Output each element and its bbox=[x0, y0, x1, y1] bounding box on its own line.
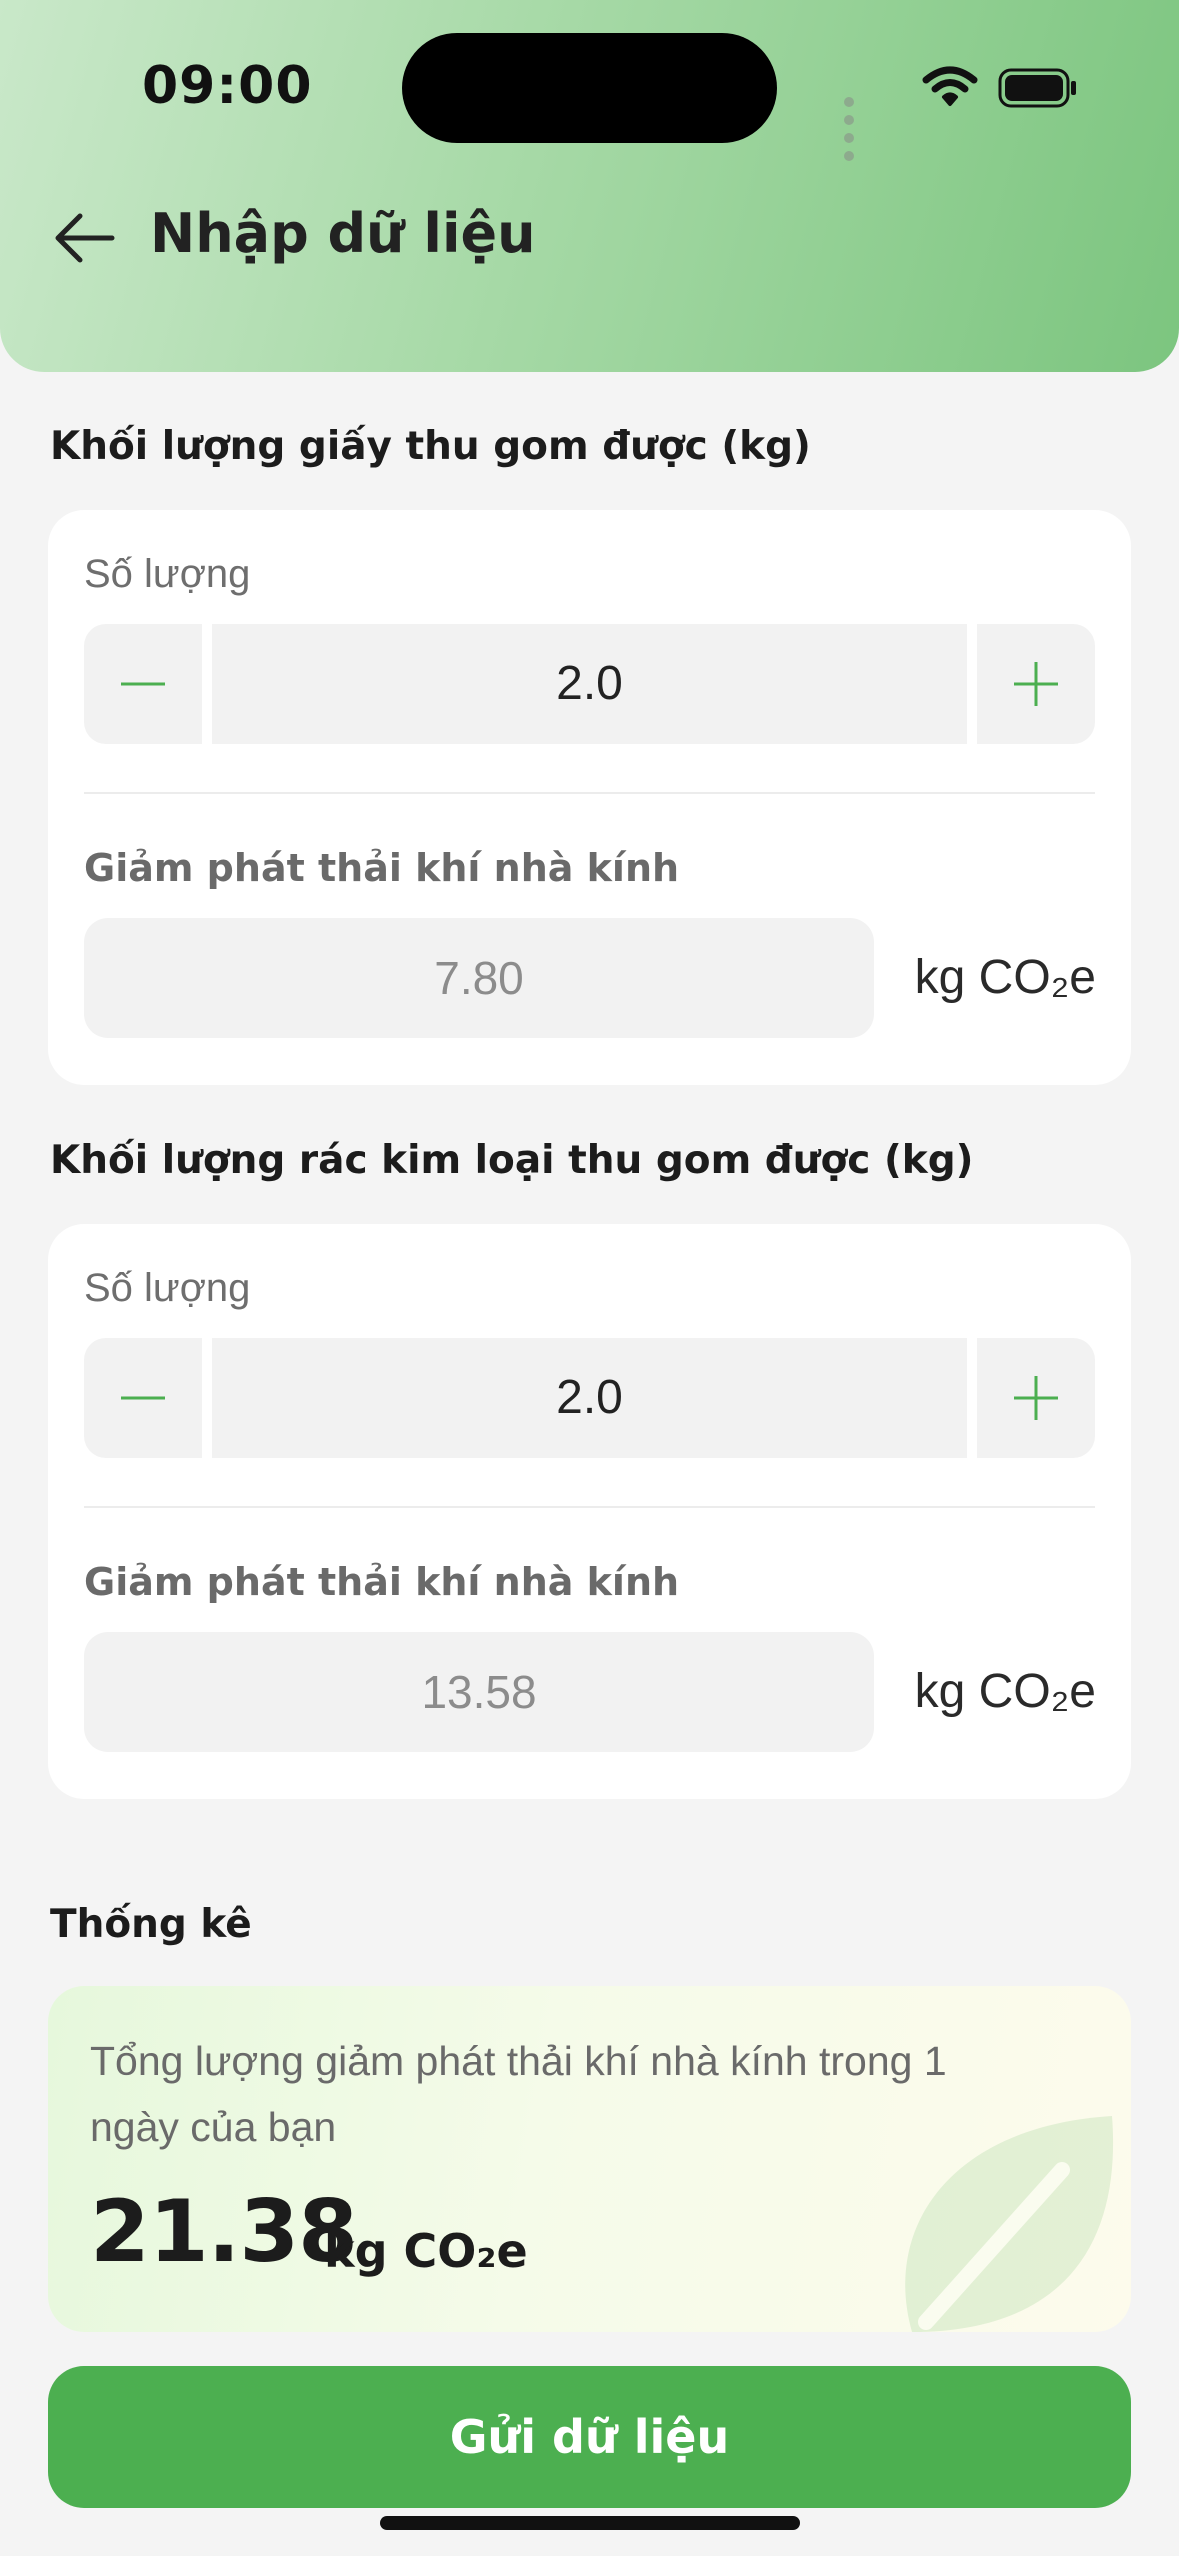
paper-quantity-stepper: 2.0 bbox=[84, 624, 1095, 746]
stats-total-unit: kg CO₂e bbox=[324, 2224, 528, 2278]
stats-total-value: 21.38 bbox=[90, 2182, 358, 2282]
paper-reduction-value: 7.80 bbox=[84, 918, 874, 1038]
paper-card: Số lượng 2.0 Giảm phát thải khí nhà kính… bbox=[48, 510, 1131, 1085]
home-indicator bbox=[380, 2516, 800, 2530]
reduction-label: Giảm phát thải khí nhà kính bbox=[84, 846, 680, 890]
metal-card: Số lượng 2.0 Giảm phát thải khí nhà kính… bbox=[48, 1224, 1131, 1799]
quantity-label: Số lượng bbox=[84, 552, 251, 596]
wifi-icon bbox=[922, 66, 978, 106]
stats-card: Tổng lượng giảm phát thải khí nhà kính t… bbox=[48, 1986, 1131, 2332]
minus-icon bbox=[121, 682, 165, 686]
reduction-unit: kg CO₂e bbox=[914, 1665, 1096, 1718]
paper-decrement-button[interactable] bbox=[84, 624, 202, 744]
metal-decrement-button[interactable] bbox=[84, 1338, 202, 1458]
dynamic-island bbox=[402, 33, 777, 143]
metal-reduction-value: 13.58 bbox=[84, 1632, 874, 1752]
divider bbox=[84, 1506, 1095, 1508]
paper-increment-button[interactable] bbox=[977, 624, 1095, 744]
battery-icon bbox=[998, 68, 1076, 108]
submit-button[interactable]: Gửi dữ liệu bbox=[48, 2366, 1131, 2508]
stats-title: Thống kê bbox=[50, 1902, 252, 1947]
plus-icon bbox=[1014, 1376, 1058, 1420]
paper-quantity-input[interactable]: 2.0 bbox=[212, 624, 967, 744]
metal-section-title: Khối lượng rác kim loại thu gom được (kg… bbox=[50, 1138, 974, 1183]
metal-increment-button[interactable] bbox=[977, 1338, 1095, 1458]
minus-icon bbox=[121, 1396, 165, 1400]
metal-quantity-input[interactable]: 2.0 bbox=[212, 1338, 967, 1458]
status-time: 09:00 bbox=[142, 56, 313, 116]
divider bbox=[84, 792, 1095, 794]
plus-icon bbox=[1014, 662, 1058, 706]
metal-quantity-stepper: 2.0 bbox=[84, 1338, 1095, 1460]
paper-section-title: Khối lượng giấy thu gom được (kg) bbox=[50, 424, 811, 469]
app-header: 09:00 Nhập dữ liệu bbox=[0, 0, 1179, 372]
reduction-label: Giảm phát thải khí nhà kính bbox=[84, 1560, 680, 1604]
stats-description: Tổng lượng giảm phát thải khí nhà kính t… bbox=[90, 2038, 947, 2150]
page-title: Nhập dữ liệu bbox=[150, 202, 536, 265]
back-arrow-icon[interactable] bbox=[52, 210, 116, 266]
quantity-label: Số lượng bbox=[84, 1266, 251, 1310]
reduction-unit: kg CO₂e bbox=[914, 951, 1096, 1004]
signal-dots-icon bbox=[844, 94, 859, 166]
